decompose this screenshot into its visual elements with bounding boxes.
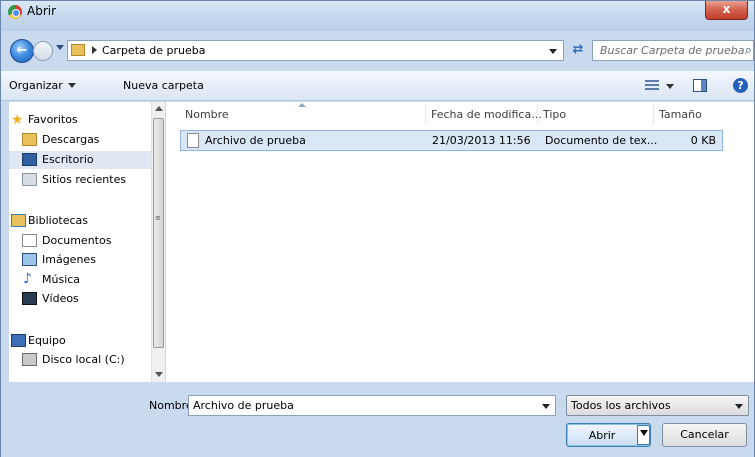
back-icon[interactable]: ← — [10, 39, 34, 63]
address-bar[interactable]: Carpeta de prueba — [67, 40, 564, 61]
text-document-icon — [187, 133, 199, 148]
navigation-pane: ★ Favoritos Descargas Escritorio Sitios … — [9, 102, 151, 382]
address-dropdown-icon[interactable] — [549, 49, 557, 54]
file-name-dropdown-icon[interactable] — [542, 404, 550, 409]
sidebar-item-equipo[interactable]: Equipo — [9, 332, 151, 350]
sidebar-item-label: Disco local (C:) — [42, 353, 125, 366]
chevron-down-icon — [735, 404, 743, 409]
open-dropdown-icon — [640, 430, 648, 436]
organize-button[interactable]: Organizar — [9, 79, 76, 92]
table-row[interactable]: Archivo de prueba 21/03/2013 11:56 Docum… — [180, 130, 723, 151]
column-divider[interactable] — [425, 104, 426, 124]
file-type: Documento de tex... — [545, 134, 658, 147]
folder-icon — [71, 44, 85, 56]
navigation-scrollbar[interactable]: ≡ — [151, 102, 165, 382]
column-divider[interactable] — [537, 104, 538, 124]
sidebar-item-label: Escritorio — [42, 153, 94, 166]
window-title: Abrir — [27, 4, 57, 18]
search-input[interactable]: Buscar Carpeta de prueba ⌕ — [592, 40, 754, 61]
open-file-dialog: Abrir x ← Carpeta de prueba ⇄ Buscar Car… — [0, 0, 755, 457]
libraries-icon — [11, 214, 26, 227]
desktop-icon — [22, 153, 37, 166]
pictures-icon — [22, 253, 37, 266]
sidebar-item-sitios-recientes[interactable]: Sitios recientes — [9, 171, 151, 189]
new-folder-button[interactable]: Nueva carpeta — [123, 79, 204, 92]
sidebar-item-label: Documentos — [42, 234, 112, 247]
search-icon[interactable]: ⌕ — [745, 43, 752, 58]
close-button[interactable]: x — [705, 1, 748, 20]
sidebar-item-videos[interactable]: Vídeos — [9, 290, 151, 308]
sidebar-item-bibliotecas[interactable]: Bibliotecas — [9, 212, 151, 230]
downloads-folder-icon — [22, 133, 37, 146]
sidebar-item-documentos[interactable]: Documentos — [9, 232, 151, 250]
documents-icon — [22, 234, 37, 247]
cancel-button[interactable]: Cancelar — [662, 423, 747, 447]
breadcrumb-arrow-icon[interactable] — [92, 46, 97, 54]
sidebar-item-escritorio[interactable]: Escritorio — [9, 151, 151, 169]
grip-icon: ≡ — [155, 214, 161, 222]
column-header-size[interactable]: Tamaño — [659, 108, 702, 121]
breadcrumb[interactable]: Carpeta de prueba — [102, 44, 205, 57]
sidebar-item-label: Vídeos — [42, 292, 79, 305]
star-icon: ★ — [11, 112, 24, 128]
file-list: Nombre Fecha de modifica... Tipo Tamaño … — [166, 102, 754, 382]
title-bar[interactable]: Abrir x — [1, 1, 754, 31]
sidebar-item-label: Bibliotecas — [28, 214, 89, 227]
file-type-filter-value: Todos los archivos — [571, 399, 671, 412]
file-type-filter[interactable]: Todos los archivos — [566, 395, 749, 416]
address-row: ← Carpeta de prueba ⇄ Buscar Carpeta de … — [1, 31, 754, 71]
file-date: 21/03/2013 11:56 — [432, 134, 531, 147]
sidebar-item-label: Descargas — [42, 133, 100, 146]
preview-pane-icon[interactable] — [693, 79, 707, 92]
sort-ascending-icon — [298, 103, 306, 107]
hard-drive-icon — [22, 353, 37, 366]
open-button[interactable]: Abrir — [566, 423, 651, 447]
help-icon[interactable]: ? — [733, 78, 748, 93]
sidebar-item-imagenes[interactable]: Imágenes — [9, 251, 151, 269]
sidebar-item-favoritos[interactable]: ★ Favoritos — [9, 111, 151, 129]
refresh-icon[interactable]: ⇄ — [567, 40, 589, 61]
sidebar-item-label: Imágenes — [42, 253, 96, 266]
videos-icon — [22, 292, 37, 305]
sidebar-item-musica[interactable]: ♪ Música — [9, 271, 151, 289]
computer-icon — [11, 334, 26, 347]
view-chevron-down-icon[interactable] — [666, 84, 674, 89]
sidebar-item-descargas[interactable]: Descargas — [9, 131, 151, 149]
column-header-type[interactable]: Tipo — [543, 108, 566, 121]
organize-label: Organizar — [9, 79, 63, 92]
file-name-field[interactable]: Archivo de prueba — [188, 395, 556, 416]
chevron-down-icon — [67, 83, 76, 88]
scroll-down-icon[interactable] — [155, 372, 163, 377]
music-note-icon: ♪ — [23, 271, 32, 287]
sidebar-item-label: Equipo — [28, 334, 66, 347]
file-size: 0 KB — [690, 134, 716, 147]
search-placeholder: Buscar Carpeta de prueba — [600, 44, 745, 57]
sidebar-item-disco-local[interactable]: Disco local (C:) — [9, 351, 151, 369]
open-button-label: Abrir — [588, 429, 616, 442]
recent-locations-chevron-icon[interactable] — [56, 45, 64, 50]
view-options-icon[interactable] — [645, 80, 659, 91]
column-divider[interactable] — [653, 104, 654, 124]
column-header-date[interactable]: Fecha de modifica... — [431, 108, 542, 121]
command-bar: Organizar Nueva carpeta ? — [1, 71, 754, 101]
scrollbar-thumb[interactable] — [153, 118, 164, 348]
sidebar-item-label: Música — [42, 273, 81, 286]
forward-icon[interactable] — [33, 41, 53, 61]
file-name: Archivo de prueba — [205, 134, 306, 147]
chrome-icon — [8, 5, 22, 19]
dialog-footer: Nombre: Archivo de prueba Todos los arch… — [1, 382, 754, 457]
sidebar-item-label: Favoritos — [28, 113, 78, 126]
recent-places-icon — [22, 173, 37, 186]
file-name-value: Archivo de prueba — [193, 399, 294, 412]
sidebar-item-label: Sitios recientes — [42, 173, 127, 186]
scroll-up-icon[interactable] — [155, 106, 163, 111]
column-header-name[interactable]: Nombre — [185, 108, 229, 121]
